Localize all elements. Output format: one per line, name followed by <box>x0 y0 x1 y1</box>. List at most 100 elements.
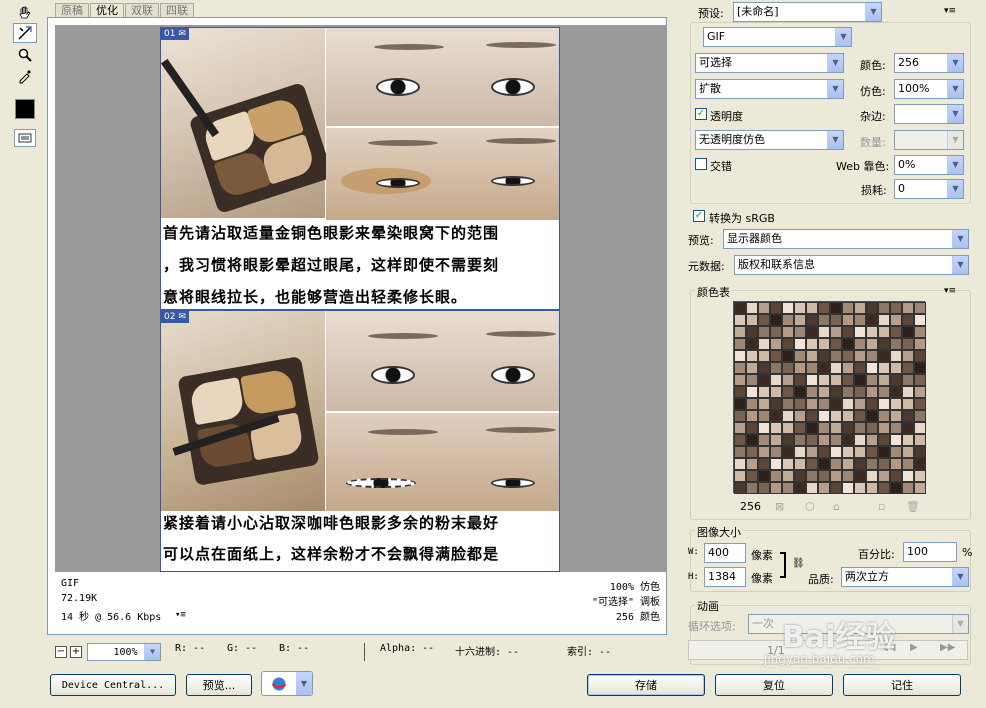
color-swatch[interactable] <box>746 362 758 374</box>
color-swatch[interactable] <box>758 446 770 458</box>
color-swatch[interactable] <box>842 386 854 398</box>
convert-srgb-checkbox[interactable]: ✓ <box>693 210 705 222</box>
preview-button[interactable]: 预览... <box>186 674 252 696</box>
color-swatch[interactable] <box>770 314 782 326</box>
color-swatch[interactable] <box>794 374 806 386</box>
color-swatch[interactable] <box>878 386 890 398</box>
color-swatch[interactable] <box>890 302 902 314</box>
color-reduction-select[interactable]: 可选择 ▼ <box>695 53 844 73</box>
color-swatch[interactable] <box>878 362 890 374</box>
color-swatch[interactable] <box>902 470 914 482</box>
color-swatch[interactable] <box>806 446 818 458</box>
color-swatch[interactable] <box>794 470 806 482</box>
color-swatch[interactable] <box>794 350 806 362</box>
eyedropper-color-swatch[interactable] <box>15 99 35 119</box>
color-swatch[interactable] <box>818 302 830 314</box>
color-swatch[interactable] <box>854 446 866 458</box>
color-swatch[interactable] <box>806 326 818 338</box>
color-swatch[interactable] <box>818 326 830 338</box>
chain-link-icon[interactable]: ⛓ <box>792 558 805 569</box>
color-swatch[interactable] <box>758 470 770 482</box>
color-swatch[interactable] <box>854 434 866 446</box>
color-swatch[interactable] <box>818 314 830 326</box>
download-speed-menu-icon[interactable]: ▾≡ <box>175 610 186 620</box>
color-swatch[interactable] <box>758 458 770 470</box>
color-swatch[interactable] <box>878 470 890 482</box>
color-swatch[interactable] <box>830 446 842 458</box>
color-swatch[interactable] <box>806 398 818 410</box>
color-swatch[interactable] <box>842 446 854 458</box>
color-swatch[interactable] <box>902 386 914 398</box>
color-swatch[interactable] <box>878 314 890 326</box>
color-swatch[interactable] <box>818 350 830 362</box>
color-swatch[interactable] <box>854 326 866 338</box>
color-swatch[interactable] <box>830 386 842 398</box>
color-swatch[interactable] <box>734 302 746 314</box>
color-swatch[interactable] <box>890 314 902 326</box>
color-swatch[interactable] <box>866 314 878 326</box>
color-swatch[interactable] <box>818 434 830 446</box>
color-swatch[interactable] <box>854 458 866 470</box>
color-swatch[interactable] <box>758 386 770 398</box>
color-swatch[interactable] <box>806 302 818 314</box>
color-swatch[interactable] <box>902 314 914 326</box>
color-swatch[interactable] <box>914 374 926 386</box>
color-swatch[interactable] <box>734 458 746 470</box>
color-swatch[interactable] <box>818 374 830 386</box>
color-swatch[interactable] <box>758 422 770 434</box>
color-swatch[interactable] <box>902 410 914 422</box>
color-swatch[interactable] <box>818 482 830 494</box>
color-swatch[interactable] <box>914 362 926 374</box>
color-swatch[interactable] <box>734 470 746 482</box>
transparency-dither-select[interactable]: 无透明度仿色 ▼ <box>695 130 844 150</box>
color-swatch[interactable] <box>854 398 866 410</box>
color-swatch[interactable] <box>794 422 806 434</box>
color-swatch[interactable] <box>854 314 866 326</box>
color-swatch[interactable] <box>854 374 866 386</box>
color-swatch[interactable] <box>902 398 914 410</box>
color-swatch[interactable] <box>890 470 902 482</box>
color-swatch[interactable] <box>734 362 746 374</box>
color-swatch[interactable] <box>890 446 902 458</box>
color-swatch[interactable] <box>890 350 902 362</box>
color-swatch[interactable] <box>830 434 842 446</box>
color-swatch[interactable] <box>794 482 806 494</box>
interlaced-checkbox[interactable] <box>695 158 707 170</box>
color-swatch[interactable] <box>782 398 794 410</box>
color-swatch[interactable] <box>830 362 842 374</box>
color-swatch[interactable] <box>854 350 866 362</box>
color-swatch[interactable] <box>770 362 782 374</box>
color-swatch[interactable] <box>902 302 914 314</box>
color-swatch[interactable] <box>866 410 878 422</box>
tab-optimized[interactable]: 优化 <box>90 3 124 18</box>
color-swatch[interactable] <box>734 482 746 494</box>
color-swatch[interactable] <box>806 410 818 422</box>
color-swatch[interactable] <box>878 398 890 410</box>
color-swatch[interactable] <box>758 434 770 446</box>
color-swatch[interactable] <box>878 350 890 362</box>
color-swatch[interactable] <box>806 470 818 482</box>
color-swatch[interactable] <box>770 398 782 410</box>
color-swatch[interactable] <box>890 434 902 446</box>
web-shift-icon[interactable]: ⬡ <box>805 500 815 513</box>
color-swatch[interactable] <box>878 302 890 314</box>
color-swatch[interactable] <box>866 386 878 398</box>
color-swatch[interactable] <box>746 434 758 446</box>
color-swatch[interactable] <box>914 326 926 338</box>
color-swatch[interactable] <box>878 410 890 422</box>
color-swatch[interactable] <box>854 422 866 434</box>
color-swatch[interactable] <box>866 434 878 446</box>
color-swatch[interactable] <box>866 422 878 434</box>
color-swatch[interactable] <box>782 302 794 314</box>
color-swatch[interactable] <box>914 422 926 434</box>
color-swatch[interactable] <box>770 410 782 422</box>
color-swatch[interactable] <box>794 302 806 314</box>
color-swatch[interactable] <box>914 338 926 350</box>
color-swatch[interactable] <box>758 314 770 326</box>
color-swatch[interactable] <box>878 374 890 386</box>
new-color-icon[interactable]: ▫ <box>878 500 885 513</box>
color-swatch[interactable] <box>902 362 914 374</box>
save-button[interactable]: 存储 <box>587 674 705 696</box>
browser-preview-select[interactable]: ▼ <box>261 671 313 696</box>
color-swatch[interactable] <box>854 302 866 314</box>
